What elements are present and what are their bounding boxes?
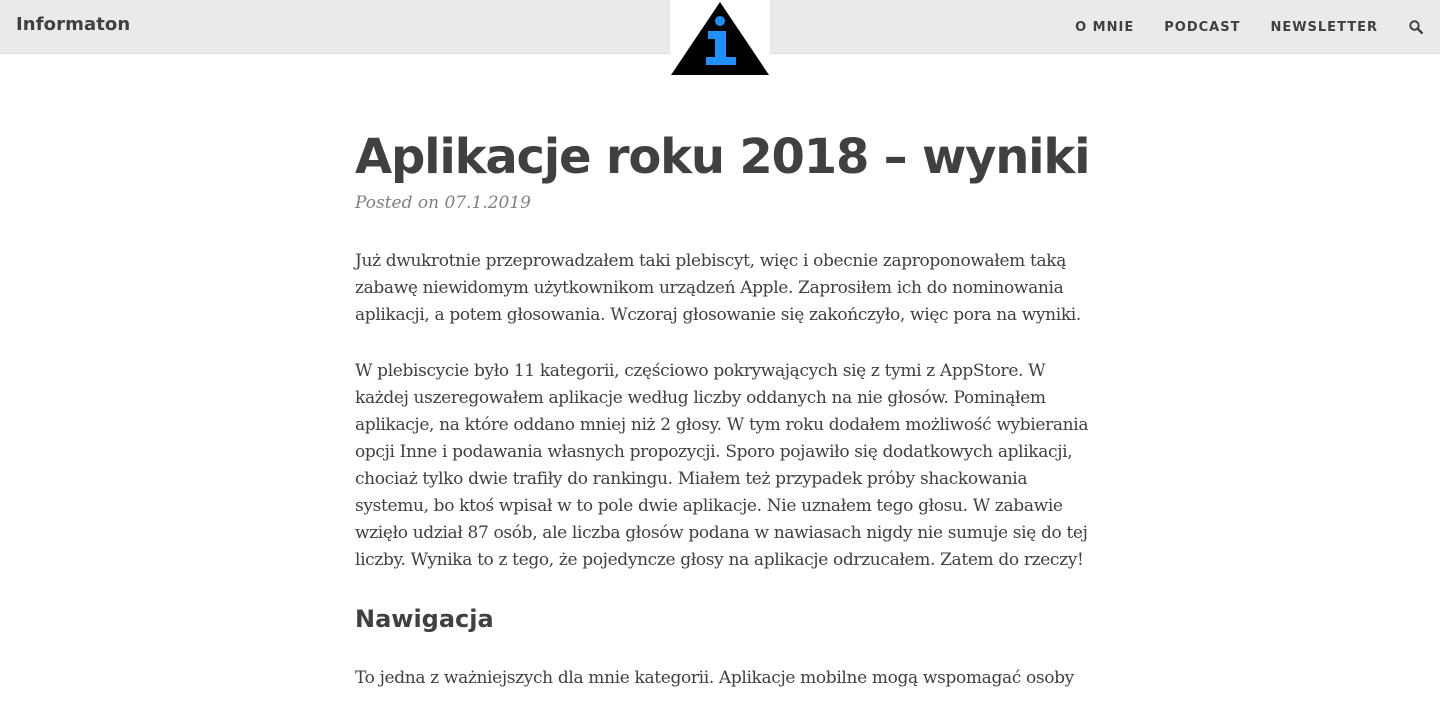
nav-item-podcast[interactable]: PODCAST — [1164, 20, 1240, 35]
post-paragraph: W plebiscycie było 11 kategorii, częścio… — [355, 361, 1089, 570]
post-article: Aplikacje roku 2018 – wyniki Posted on 0… — [355, 125, 1091, 692]
site-brand-link[interactable]: Informaton — [16, 14, 130, 35]
post-date: Posted on 07.1.2019 — [355, 193, 531, 213]
search-icon[interactable] — [1408, 19, 1424, 35]
nav-item-newsletter[interactable]: NEWSLETTER — [1270, 20, 1378, 35]
info-triangle-icon — [671, 2, 769, 75]
post-paragraph: To jedna z ważniejszych dla mnie kategor… — [355, 668, 1074, 688]
post-paragraph: Już dwukrotnie przeprowadzałem taki pleb… — [355, 251, 1081, 325]
nav-item-o-mnie[interactable]: O MNIE — [1075, 20, 1134, 35]
post-body: Już dwukrotnie przeprowadzałem taki pleb… — [355, 248, 1090, 692]
section-heading: Nawigacja — [355, 605, 494, 633]
post-title: Aplikacje roku 2018 – wyniki — [355, 129, 1091, 185]
site-logo[interactable] — [670, 0, 770, 76]
main-nav: O MNIE PODCAST NEWSLETTER — [1075, 0, 1440, 54]
